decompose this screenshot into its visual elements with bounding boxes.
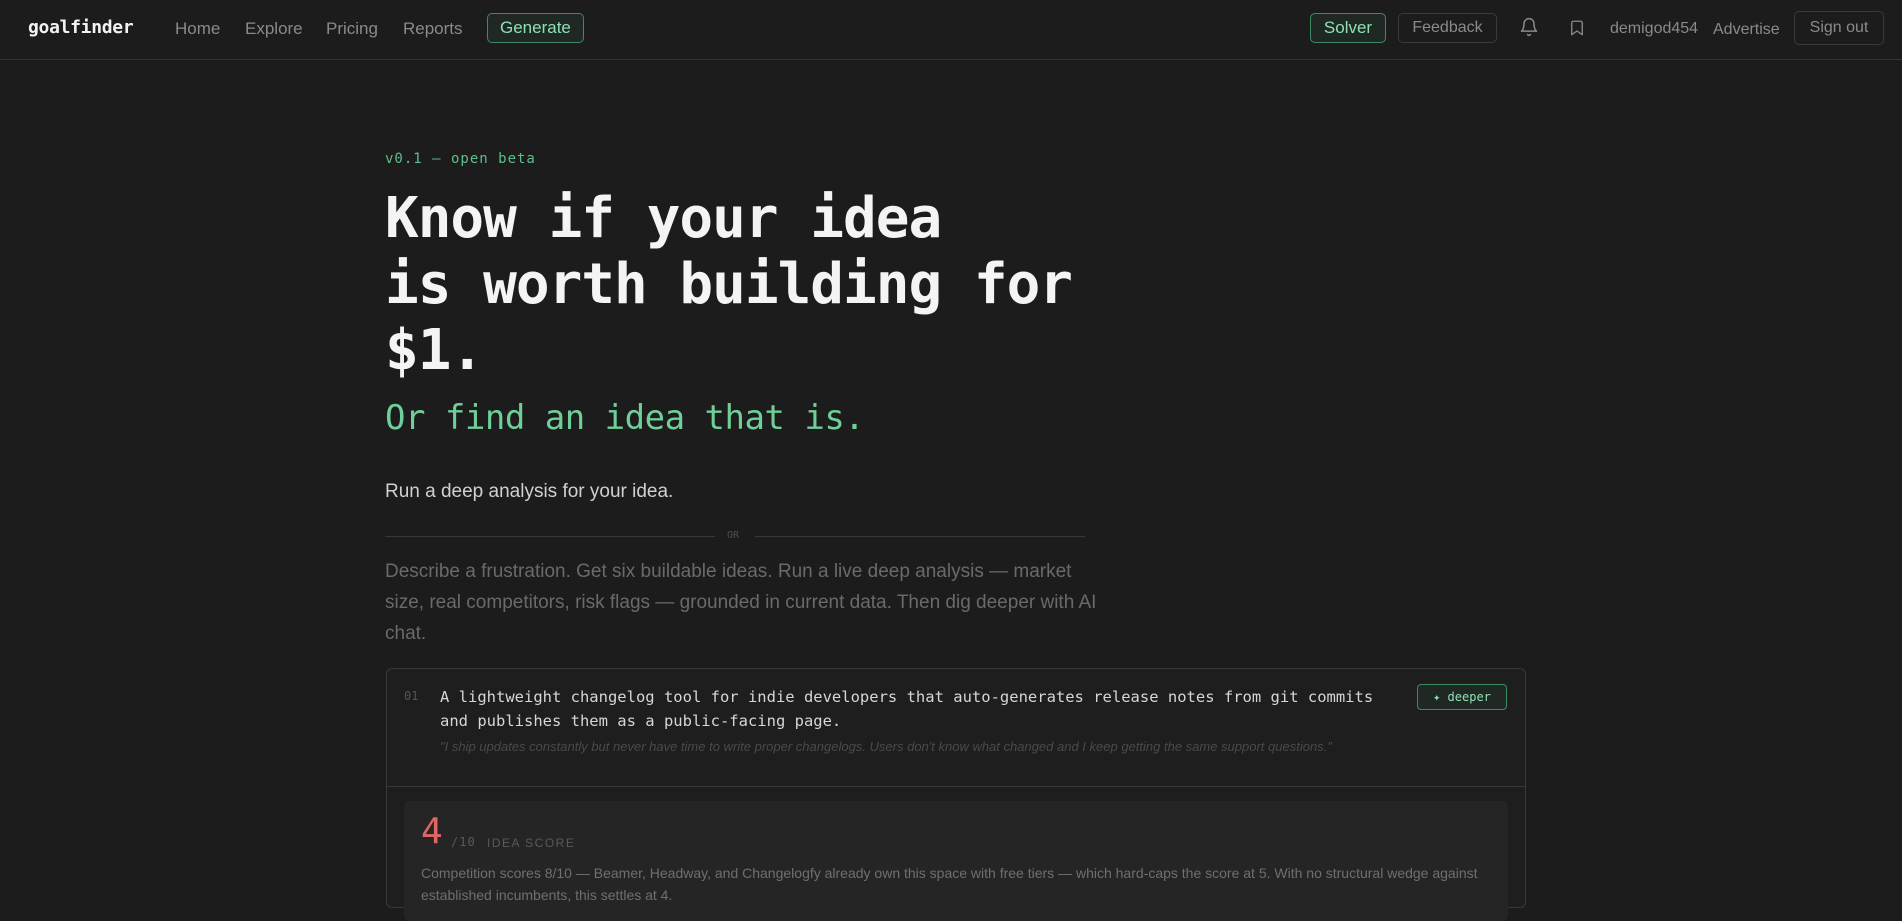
advertise-link[interactable]: Advertise [1713, 21, 1780, 39]
idea-card: 01 A lightweight changelog tool for indi… [386, 668, 1526, 921]
score-explanation: Competition scores 8/10 — Beamer, Headwa… [421, 865, 1478, 903]
divider-line-right [755, 536, 1085, 537]
nav-pricing[interactable]: Pricing [326, 19, 378, 39]
divider-label: OR [727, 530, 740, 541]
idea-number: 01 [404, 689, 419, 703]
or-divider: OR [385, 530, 1085, 544]
nav-home[interactable]: Home [175, 19, 220, 39]
generate-button[interactable]: Generate [487, 13, 584, 43]
headline-line-1: Know if your idea [385, 186, 942, 251]
score-value: 4 [421, 811, 443, 852]
headline-line-2: is worth building for [385, 252, 1073, 317]
feedback-button[interactable]: Feedback [1398, 13, 1497, 43]
bookmark-icon[interactable] [1568, 18, 1586, 38]
idea-quote: "I ship updates constantly but never hav… [440, 739, 1332, 754]
version-badge: v0.1 — open beta [385, 151, 536, 167]
bell-icon[interactable] [1519, 17, 1539, 37]
idea-card-header: 01 A lightweight changelog tool for indi… [387, 669, 1525, 787]
headline-line-3: $1. [385, 318, 484, 383]
subheadline: Or find an idea that is. [385, 398, 865, 438]
nav-reports[interactable]: Reports [403, 19, 463, 39]
deep-analysis-prompt[interactable]: Run a deep analysis for your idea. [385, 481, 673, 503]
idea-score-panel: 4 /10 IDEA SCORE Competition scores 8/10… [404, 801, 1508, 921]
score-denominator: /10 [451, 835, 476, 849]
nav-explore[interactable]: Explore [245, 19, 303, 39]
page-title: Know if your idea is worth building for … [385, 186, 1185, 384]
deeper-button[interactable]: ✦ deeper [1417, 684, 1507, 710]
idea-text: A lightweight changelog tool for indie d… [440, 688, 1374, 730]
divider-line-left [385, 536, 715, 537]
score-label: IDEA SCORE [487, 836, 576, 850]
hero-description: Describe a frustration. Get six buildabl… [385, 561, 1097, 644]
solver-button[interactable]: Solver [1310, 13, 1386, 43]
sign-out-button[interactable]: Sign out [1794, 11, 1884, 45]
logo[interactable]: goalfinder [28, 17, 134, 38]
top-nav: goalfinder Home Explore Pricing Reports … [0, 0, 1902, 60]
username[interactable]: demigod454 [1610, 20, 1698, 38]
